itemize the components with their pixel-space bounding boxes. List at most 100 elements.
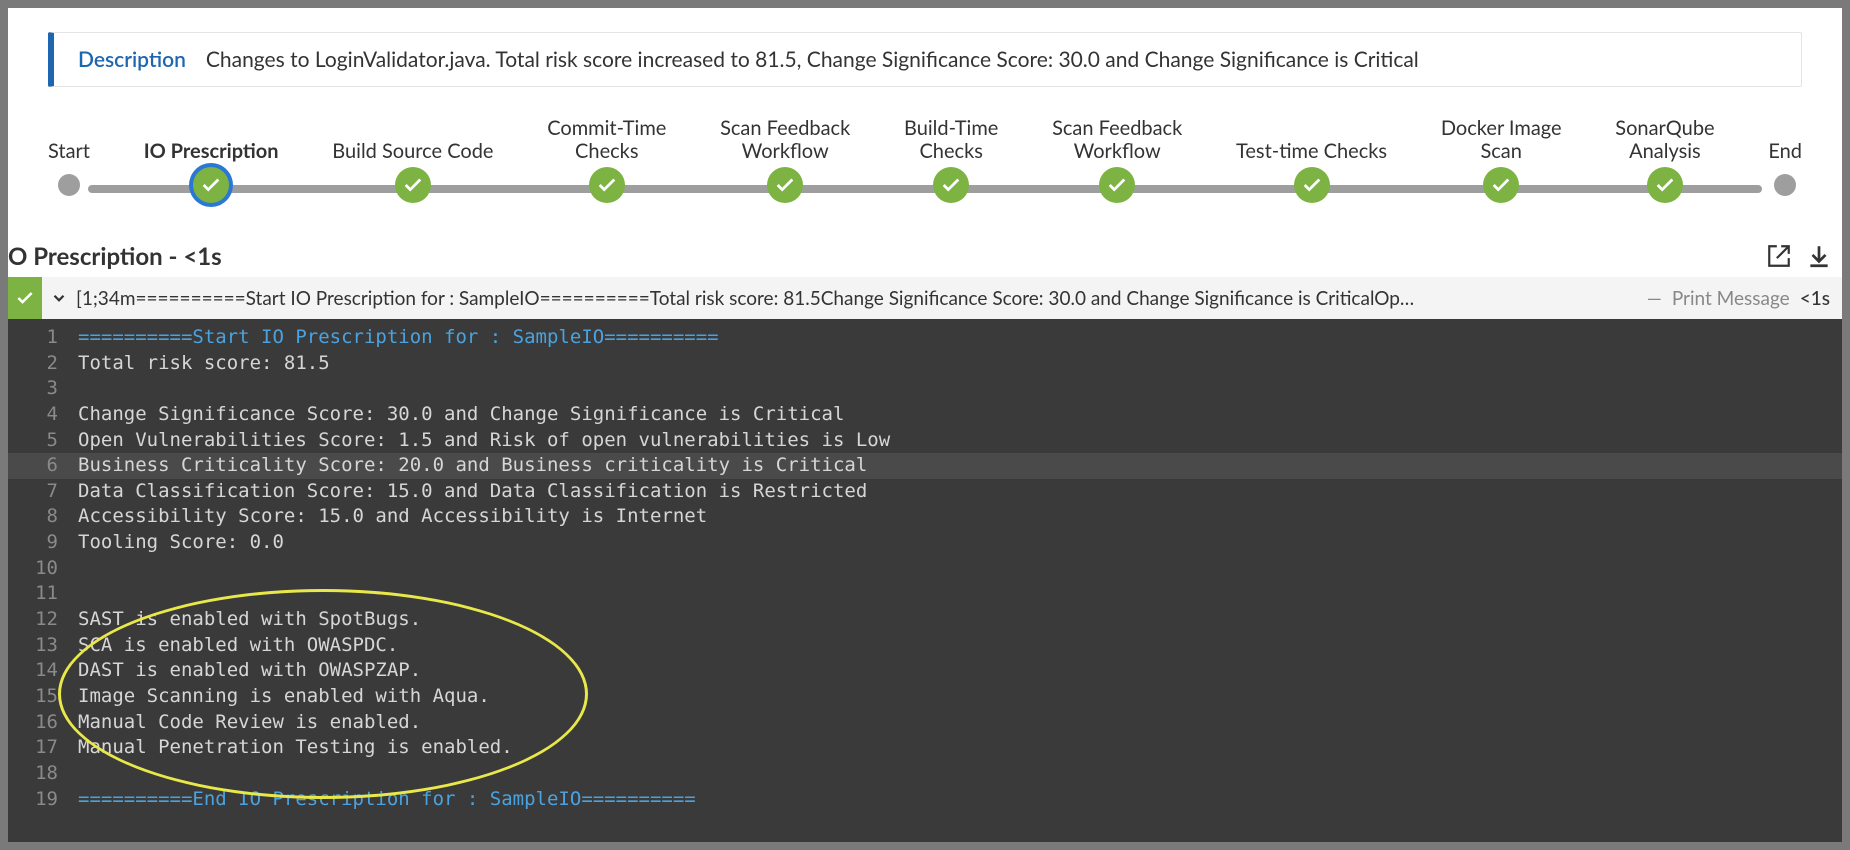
line-number: 11 xyxy=(8,581,78,607)
stage-node-check-icon[interactable] xyxy=(589,167,625,203)
line-text: Manual Code Review is enabled. xyxy=(78,710,1842,736)
line-number: 12 xyxy=(8,607,78,633)
console-line: 8Accessibility Score: 15.0 and Accessibi… xyxy=(8,504,1842,530)
console-line: 16Manual Code Review is enabled. xyxy=(8,710,1842,736)
line-text: Image Scanning is enabled with Aqua. xyxy=(78,684,1842,710)
console-line: 19==========End IO Prescription for : Sa… xyxy=(8,787,1842,813)
line-number: 14 xyxy=(8,658,78,684)
console-line: 13SCA is enabled with OWASPDC. xyxy=(8,633,1842,659)
pipeline-stage[interactable]: Scan FeedbackWorkflow xyxy=(1052,115,1182,203)
line-number: 13 xyxy=(8,633,78,659)
pipeline-stage[interactable]: Build-TimeChecks xyxy=(904,115,998,203)
stage-node-check-icon[interactable] xyxy=(933,167,969,203)
console-line: 9Tooling Score: 0.0 xyxy=(8,530,1842,556)
line-text: Change Significance Score: 30.0 and Chan… xyxy=(78,402,1842,428)
line-number: 5 xyxy=(8,428,78,454)
console-output: 1==========Start IO Prescription for : S… xyxy=(8,319,1842,842)
stage-node-check-icon[interactable] xyxy=(1483,167,1519,203)
pipeline-stage[interactable]: Docker ImageScan xyxy=(1441,115,1562,203)
pipeline-stage[interactable]: Test-time Checks xyxy=(1236,115,1387,203)
console-line: 12SAST is enabled with SpotBugs. xyxy=(8,607,1842,633)
stage-node-check-icon[interactable] xyxy=(395,167,431,203)
console-line: 14DAST is enabled with OWASPZAP. xyxy=(8,658,1842,684)
line-number: 4 xyxy=(8,402,78,428)
line-number: 8 xyxy=(8,504,78,530)
line-text: ==========End IO Prescription for : Samp… xyxy=(78,787,1842,813)
pipeline-stage[interactable]: IO Prescription xyxy=(144,115,279,203)
line-number: 19 xyxy=(8,787,78,813)
pipeline-stage[interactable]: Build Source Code xyxy=(332,115,493,203)
console-line: 10 xyxy=(8,556,1842,582)
line-number: 3 xyxy=(8,376,78,402)
stage-label: IO Prescription xyxy=(144,115,279,167)
stage-label: Commit-TimeChecks xyxy=(547,115,666,167)
stage-label: SonarQubeAnalysis xyxy=(1615,115,1714,167)
log-summary-row[interactable]: [1;34m==========Start IO Prescription fo… xyxy=(8,277,1842,319)
stage-label: Test-time Checks xyxy=(1236,115,1387,167)
stage-node-check-icon[interactable] xyxy=(1647,167,1683,203)
console-line: 18 xyxy=(8,761,1842,787)
line-text: Manual Penetration Testing is enabled. xyxy=(78,735,1842,761)
stage-node-check-icon[interactable] xyxy=(193,167,229,203)
stage-label: Start xyxy=(48,115,90,167)
line-text: ==========Start IO Prescription for : Sa… xyxy=(78,325,1842,351)
console-line: 4Change Significance Score: 30.0 and Cha… xyxy=(8,402,1842,428)
stage-node-terminal[interactable] xyxy=(1774,174,1796,196)
pipeline: Start IO Prescription Build Source Code Com… xyxy=(48,115,1802,215)
console-line: 3 xyxy=(8,376,1842,402)
pipeline-stage[interactable]: End xyxy=(1768,115,1802,196)
line-number: 2 xyxy=(8,351,78,377)
console-line: 17Manual Penetration Testing is enabled. xyxy=(8,735,1842,761)
status-success-icon xyxy=(8,277,42,319)
download-icon[interactable] xyxy=(1804,241,1834,271)
line-number: 18 xyxy=(8,761,78,787)
pipeline-stages: Start IO Prescription Build Source Code Com… xyxy=(48,115,1802,203)
log-duration: <1s xyxy=(1800,287,1830,310)
stage-node-check-icon[interactable] xyxy=(767,167,803,203)
line-number: 16 xyxy=(8,710,78,736)
stage-title: O Prescription - <1s xyxy=(8,242,222,271)
app-frame: Description Changes to LoginValidator.ja… xyxy=(8,8,1842,842)
chevron-down-icon[interactable] xyxy=(42,289,76,307)
console-line: 1==========Start IO Prescription for : S… xyxy=(8,325,1842,351)
line-number: 10 xyxy=(8,556,78,582)
console-line: 6Business Criticality Score: 20.0 and Bu… xyxy=(8,453,1842,479)
log-summary-text: [1;34m==========Start IO Prescription fo… xyxy=(76,287,1647,310)
stage-label: Scan FeedbackWorkflow xyxy=(1052,115,1182,167)
pipeline-stage[interactable]: Scan FeedbackWorkflow xyxy=(720,115,850,203)
stage-node-check-icon[interactable] xyxy=(1294,167,1330,203)
stage-node-terminal[interactable] xyxy=(58,174,80,196)
pipeline-stage[interactable]: Start xyxy=(48,115,90,196)
line-number: 1 xyxy=(8,325,78,351)
line-number: 6 xyxy=(8,453,78,479)
console-line: 5Open Vulnerabilities Score: 1.5 and Ris… xyxy=(8,428,1842,454)
line-number: 15 xyxy=(8,684,78,710)
description-banner: Description Changes to LoginValidator.ja… xyxy=(48,32,1802,87)
stage-node-check-icon[interactable] xyxy=(1099,167,1135,203)
line-number: 7 xyxy=(8,479,78,505)
stage-label: Scan FeedbackWorkflow xyxy=(720,115,850,167)
line-text: Accessibility Score: 15.0 and Accessibil… xyxy=(78,504,1842,530)
console-line: 2Total risk score: 81.5 xyxy=(8,351,1842,377)
console-line: 15Image Scanning is enabled with Aqua. xyxy=(8,684,1842,710)
line-text: SCA is enabled with OWASPDC. xyxy=(78,633,1842,659)
line-number: 9 xyxy=(8,530,78,556)
line-text: Tooling Score: 0.0 xyxy=(78,530,1842,556)
log-action-label: Print Message xyxy=(1672,287,1790,310)
stage-label: Build Source Code xyxy=(332,115,493,167)
open-external-icon[interactable] xyxy=(1764,241,1794,271)
stage-label: Docker ImageScan xyxy=(1441,115,1562,167)
line-text: Open Vulnerabilities Score: 1.5 and Risk… xyxy=(78,428,1842,454)
pipeline-stage[interactable]: Commit-TimeChecks xyxy=(547,115,666,203)
description-text: Changes to LoginValidator.java. Total ri… xyxy=(206,47,1419,72)
console-line: 7Data Classification Score: 15.0 and Dat… xyxy=(8,479,1842,505)
line-text: Total risk score: 81.5 xyxy=(78,351,1842,377)
line-text: SAST is enabled with SpotBugs. xyxy=(78,607,1842,633)
line-text: Business Criticality Score: 20.0 and Bus… xyxy=(78,453,1842,479)
stage-label: Build-TimeChecks xyxy=(904,115,998,167)
console-line: 11 xyxy=(8,581,1842,607)
pipeline-stage[interactable]: SonarQubeAnalysis xyxy=(1615,115,1714,203)
stage-label: End xyxy=(1768,115,1802,167)
log-action-separator: — xyxy=(1647,287,1662,310)
description-label: Description xyxy=(78,47,186,72)
